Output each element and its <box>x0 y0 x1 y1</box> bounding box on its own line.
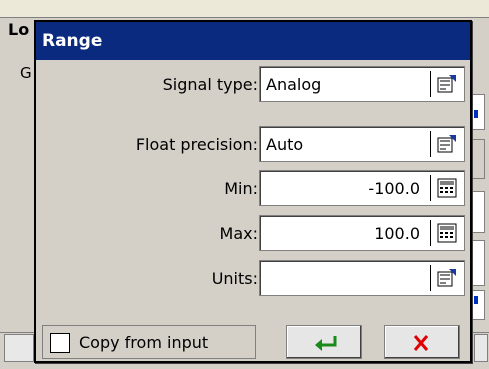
min-value: -100.0 <box>368 179 420 198</box>
background-marker-icon <box>474 110 478 118</box>
float-precision-field[interactable]: Auto <box>259 126 465 162</box>
float-precision-value: Auto <box>266 135 304 154</box>
background-window-title: Lo <box>8 20 30 39</box>
units-label: Units: <box>211 269 258 288</box>
min-label: Min: <box>224 179 258 198</box>
max-label: Max: <box>219 224 258 243</box>
background-marker-icon <box>474 296 478 304</box>
float-precision-label: Float precision: <box>135 135 258 154</box>
cancel-button[interactable] <box>384 325 460 359</box>
max-field[interactable]: 100.0 <box>259 215 465 251</box>
list-picker-icon[interactable] <box>430 265 460 291</box>
background-bottom-tab[interactable] <box>4 334 34 362</box>
checkbox-square[interactable] <box>50 333 70 353</box>
max-value: 100.0 <box>374 224 420 243</box>
keypad-icon[interactable] <box>430 220 460 246</box>
list-picker-icon[interactable] <box>430 71 460 97</box>
dialog-titlebar: Range <box>36 22 470 60</box>
close-x-icon <box>413 335 429 351</box>
units-field[interactable] <box>259 260 465 296</box>
min-field[interactable]: -100.0 <box>259 170 465 206</box>
background-label: G <box>20 64 32 82</box>
dialog-title: Range <box>42 31 103 51</box>
background-bottom-tab[interactable] <box>474 334 488 362</box>
copy-from-input-label: Copy from input <box>79 333 209 352</box>
range-dialog: Range Signal type: Analog Float precisio… <box>34 20 472 363</box>
keypad-icon[interactable] <box>430 175 460 201</box>
signal-type-label: Signal type: <box>162 75 258 94</box>
background-top-strip <box>0 0 489 18</box>
ok-button[interactable] <box>286 325 362 359</box>
signal-type-field[interactable]: Analog <box>259 66 465 102</box>
copy-from-input-checkbox[interactable]: Copy from input <box>42 325 256 359</box>
list-picker-icon[interactable] <box>430 131 460 157</box>
signal-type-value: Analog <box>266 75 322 94</box>
enter-arrow-icon <box>315 336 337 351</box>
